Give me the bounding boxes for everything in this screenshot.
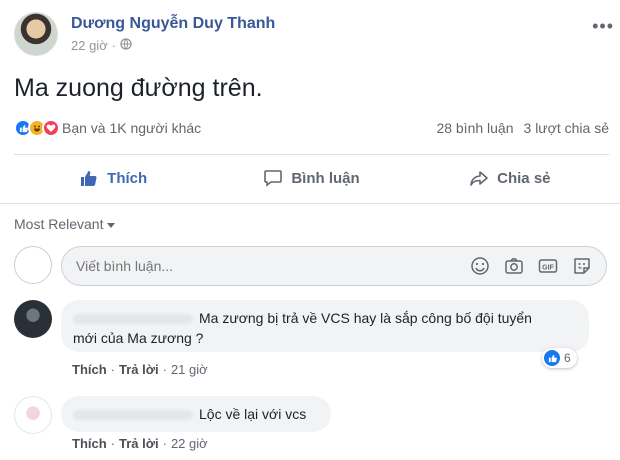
comments-count[interactable]: 28 bình luận bbox=[436, 120, 513, 136]
divider bbox=[14, 154, 609, 155]
author-avatar[interactable] bbox=[14, 12, 58, 56]
author-name[interactable]: Dương Nguyễn Duy Thanh bbox=[71, 15, 275, 33]
share-button[interactable]: Chia sẻ bbox=[411, 158, 609, 198]
comment-text: mới của Ma zương ? bbox=[73, 330, 204, 346]
comment-bubble-icon bbox=[263, 168, 283, 188]
comment-like-link[interactable]: Thích bbox=[72, 436, 107, 451]
commenter-name-redacted[interactable] bbox=[73, 410, 193, 421]
thumbs-up-icon bbox=[79, 168, 99, 188]
sort-label: Most Relevant bbox=[14, 216, 104, 232]
comment-button[interactable]: Bình luận bbox=[212, 158, 410, 198]
like-reaction-icon bbox=[544, 350, 560, 366]
composer-icons: GIF bbox=[468, 254, 606, 278]
reactions-text[interactable]: Bạn và 1K người khác bbox=[62, 120, 201, 136]
comment-sort-dropdown[interactable]: Most Relevant bbox=[14, 216, 116, 232]
commenter-avatar[interactable] bbox=[14, 300, 52, 338]
comment-text: Lộc về lại với vcs bbox=[199, 406, 307, 422]
reaction-icons[interactable] bbox=[14, 119, 60, 137]
commenter-name-redacted[interactable] bbox=[73, 314, 193, 325]
comment-input-box[interactable]: GIF bbox=[61, 246, 607, 286]
emoji-icon[interactable] bbox=[468, 254, 492, 278]
commenter-avatar[interactable] bbox=[14, 396, 52, 434]
sticker-icon[interactable] bbox=[570, 254, 594, 278]
reaction-count: 6 bbox=[564, 351, 571, 365]
globe-icon bbox=[120, 38, 132, 53]
post-header: Dương Nguyễn Duy Thanh 22 giờ · ••• bbox=[14, 10, 614, 58]
like-button[interactable]: Thích bbox=[14, 158, 212, 198]
share-button-label: Chia sẻ bbox=[497, 169, 551, 187]
current-user-avatar bbox=[14, 246, 52, 284]
post-actions: Thích Bình luận Chia sẻ bbox=[14, 158, 609, 198]
more-options-icon[interactable]: ••• bbox=[592, 16, 614, 37]
divider bbox=[0, 203, 620, 204]
love-reaction-icon bbox=[42, 119, 60, 137]
comment-reaction-badge[interactable]: 6 bbox=[542, 348, 577, 368]
comment-composer: GIF bbox=[14, 244, 609, 286]
comment-input[interactable] bbox=[76, 258, 456, 274]
comment-time[interactable]: 22 giờ bbox=[171, 436, 208, 451]
like-button-label: Thích bbox=[107, 169, 148, 187]
comment-item: Lộc về lại với vcs Thích · Trả lời · 22 … bbox=[14, 394, 609, 454]
comment-reply-link[interactable]: Trả lời bbox=[119, 362, 159, 377]
gif-icon[interactable]: GIF bbox=[536, 254, 560, 278]
comment-time[interactable]: 21 giờ bbox=[171, 362, 208, 377]
comment-text: Ma zương bị trả về VCS hay là sắp công b… bbox=[199, 310, 532, 326]
caret-down-icon bbox=[107, 216, 116, 232]
post-meta: 22 giờ · bbox=[71, 38, 132, 53]
reactions-summary: Bạn và 1K người khác 28 bình luận 3 lượt… bbox=[14, 116, 609, 140]
post-stats: 28 bình luận 3 lượt chia sẻ bbox=[436, 120, 609, 136]
post-text: Ma zuong đường trên. bbox=[14, 74, 263, 102]
svg-text:GIF: GIF bbox=[542, 265, 554, 272]
comment-actions: Thích · Trả lời · 21 giờ bbox=[72, 362, 208, 377]
comment-bubble: Ma zương bị trả về VCS hay là sắp công b… bbox=[61, 300, 589, 352]
comment-reply-link[interactable]: Trả lời bbox=[119, 436, 159, 451]
share-arrow-icon bbox=[469, 168, 489, 188]
comment-actions: Thích · Trả lời · 22 giờ bbox=[72, 436, 208, 451]
comment-item: Ma zương bị trả về VCS hay là sắp công b… bbox=[14, 298, 609, 380]
comment-bubble: Lộc về lại với vcs bbox=[61, 396, 331, 432]
comment-like-link[interactable]: Thích bbox=[72, 362, 107, 377]
camera-icon[interactable] bbox=[502, 254, 526, 278]
comment-button-label: Bình luận bbox=[291, 169, 360, 187]
post-time[interactable]: 22 giờ bbox=[71, 38, 108, 53]
shares-count[interactable]: 3 lượt chia sẻ bbox=[524, 120, 609, 136]
